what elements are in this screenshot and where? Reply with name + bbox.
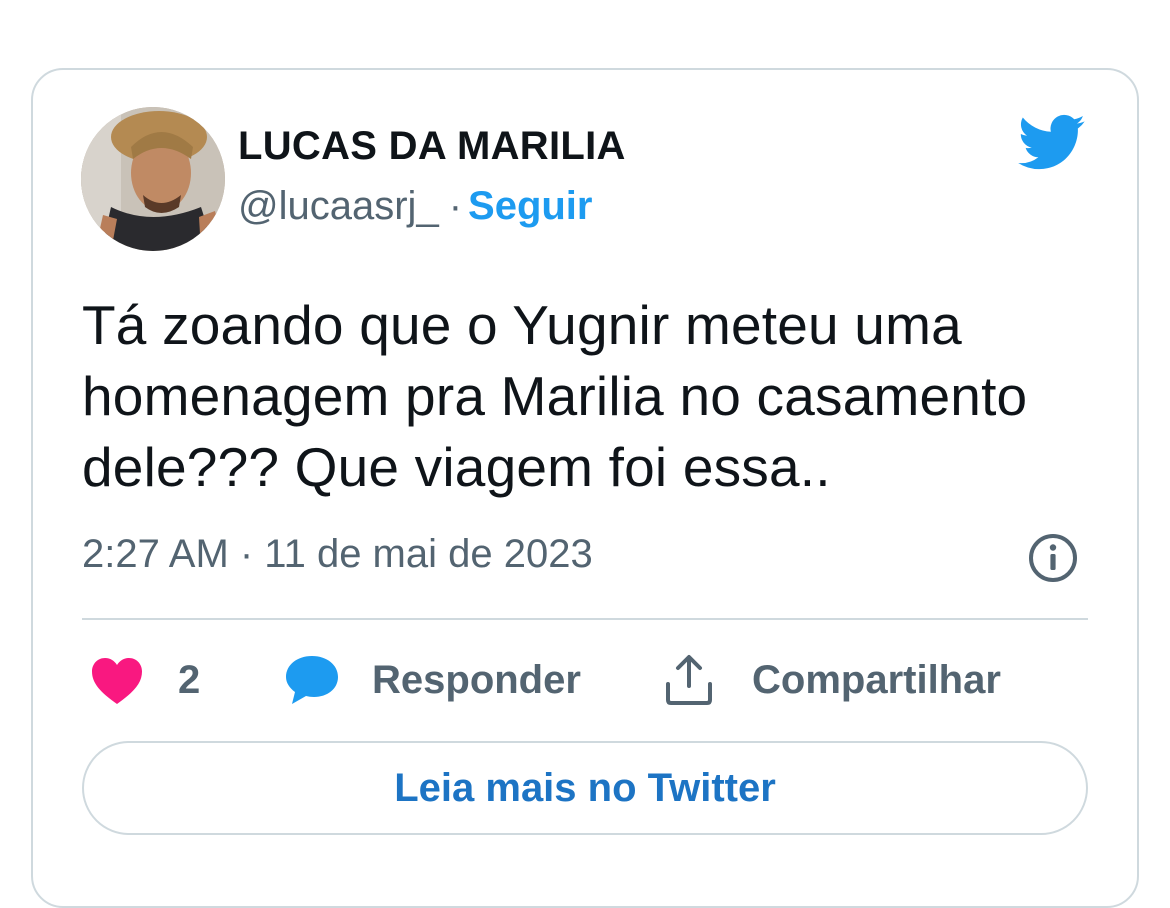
speech-bubble-icon[interactable] [284,654,340,706]
like-count[interactable]: 2 [178,658,200,703]
author-handle[interactable]: @lucaasrj_ [238,184,439,228]
read-more-button[interactable]: Leia mais no Twitter [82,741,1088,835]
twitter-bird-icon[interactable] [1018,114,1086,176]
author-display-name[interactable]: LUCAS DA MARILIA [238,124,626,169]
handle-separator: · [448,184,463,228]
share-upload-icon[interactable] [664,654,714,706]
share-button[interactable]: Compartilhar [752,658,1001,703]
divider [82,618,1088,620]
tweet-timestamp[interactable]: 2:27 AM · 11 de mai de 2023 [82,532,593,577]
heart-icon[interactable] [90,656,144,706]
tweet-text: Tá zoando que o Yugnir meteu uma homenag… [82,294,1028,498]
follow-link[interactable]: Seguir [468,184,592,228]
reply-button[interactable]: Responder [372,658,581,703]
author-handle-line: @lucaasrj_ · Seguir [238,184,593,229]
info-circle-icon[interactable] [1028,533,1078,583]
avatar[interactable] [81,107,225,251]
